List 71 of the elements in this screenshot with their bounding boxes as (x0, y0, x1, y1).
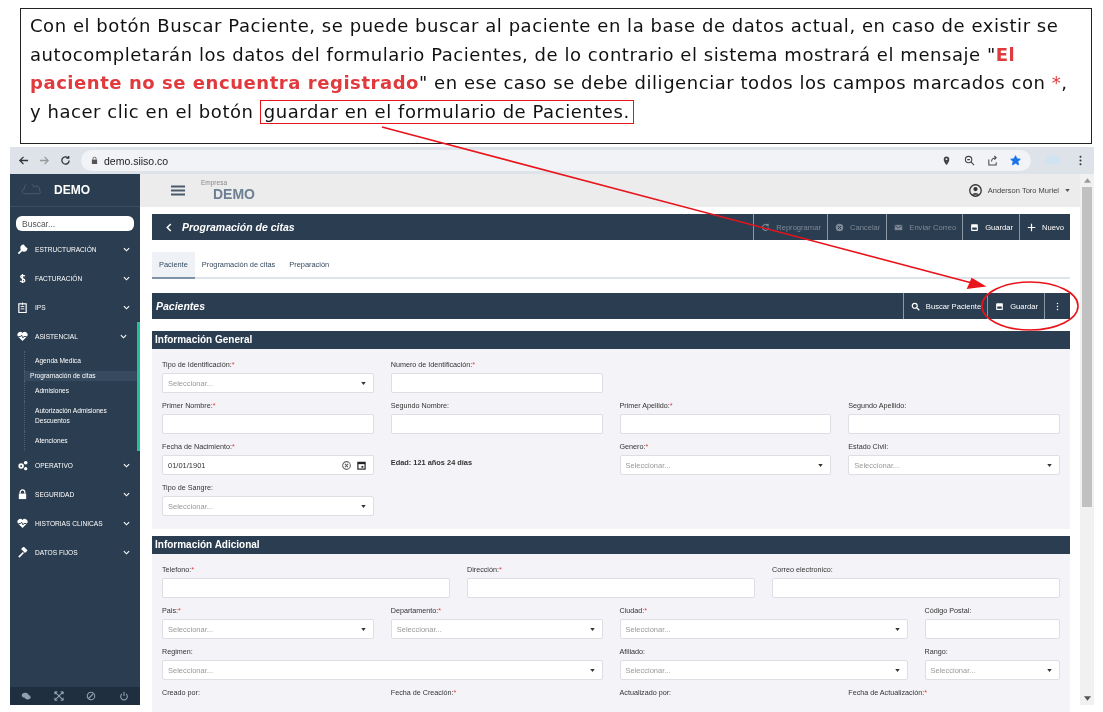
heart-icon (17, 518, 28, 529)
location-pin-icon[interactable] (941, 155, 952, 166)
cancel-icon (834, 222, 844, 232)
chevron-icon (123, 463, 130, 468)
caret-icon (894, 668, 900, 672)
text-field[interactable] (467, 578, 755, 598)
gears-icon (17, 460, 28, 471)
caret-icon (589, 627, 595, 631)
power-icon[interactable] (118, 691, 129, 701)
block-icon[interactable] (86, 691, 97, 701)
calendar-icon[interactable] (356, 460, 366, 470)
caret-icon (360, 504, 366, 508)
chat-icon[interactable] (21, 691, 32, 701)
text-field[interactable] (924, 619, 1060, 639)
expand-icon[interactable] (53, 691, 64, 701)
search-icon (910, 301, 920, 311)
hammer-icon (17, 547, 28, 558)
section-header: Información Adicional (152, 536, 1070, 554)
menu-icon[interactable] (171, 185, 185, 196)
scroll-down-icon[interactable] (1083, 696, 1091, 701)
text-field[interactable] (772, 578, 1060, 598)
zoom-icon[interactable] (964, 155, 975, 166)
page-title: Programación de citas (182, 221, 295, 233)
url-text: demo.siiso.co (104, 154, 169, 167)
chevron-icon (123, 550, 130, 555)
chevron-icon (123, 521, 130, 526)
brand-name: DEMO (54, 183, 90, 197)
scrollbar[interactable] (1080, 174, 1094, 705)
caret-icon (360, 627, 366, 631)
caret-icon (360, 381, 366, 385)
form-title: Pacientes (156, 300, 206, 312)
caret-icon (589, 668, 595, 672)
avatar-icon (968, 184, 982, 197)
text-field[interactable] (390, 414, 603, 434)
chevron-icon (123, 492, 130, 497)
text-field[interactable] (619, 414, 832, 434)
chevron-icon (123, 305, 130, 310)
caret-icon (1065, 189, 1070, 192)
text-field[interactable] (162, 578, 450, 598)
address-bar[interactable]: demo.siiso.co (81, 150, 1031, 171)
text-field[interactable] (162, 414, 374, 434)
save-icon (970, 222, 980, 232)
section-header: Información General (152, 331, 1070, 349)
company-name: DEMO (213, 186, 255, 201)
reload-icon[interactable] (60, 155, 71, 166)
clear-icon[interactable] (341, 460, 351, 470)
wrench-icon (17, 244, 28, 255)
chevron-icon (123, 276, 130, 281)
save-icon (995, 301, 1005, 311)
lock-icon (17, 489, 28, 500)
building-icon (17, 302, 28, 313)
instruction-text: Con el botón Buscar Paciente, se puede buscar al paciente en la base de datos actual, en caso de existir se autocompletarán los datos del formulario Pacientes, de lo contrario el sistema mostrará el mensaje "El paciente no se encuentra registrado" en ese caso se debe diligenciar todos los campos marcados con *, y hacer clic en el botón guardar en el formulario de Pacientes. (20, 8, 1092, 144)
chevron-icon (123, 247, 130, 252)
dollar-icon (17, 273, 28, 284)
text-field[interactable] (848, 414, 1060, 434)
caret-icon (894, 627, 900, 631)
lock-icon (91, 156, 98, 165)
heart-icon (17, 331, 28, 342)
envelope-icon (894, 222, 904, 232)
plus-icon (1027, 222, 1037, 232)
back-icon[interactable] (18, 155, 29, 166)
refresh-icon (761, 222, 771, 232)
scroll-up-icon[interactable] (1083, 178, 1091, 183)
share-icon[interactable] (987, 155, 998, 166)
text-field[interactable] (390, 373, 603, 393)
caret-icon (818, 463, 824, 467)
search-field[interactable]: Buscar... (16, 216, 134, 231)
star-icon[interactable] (1010, 155, 1021, 166)
caret-icon (1047, 463, 1052, 467)
chevron-icon (120, 334, 127, 339)
caret-icon (1047, 668, 1052, 672)
